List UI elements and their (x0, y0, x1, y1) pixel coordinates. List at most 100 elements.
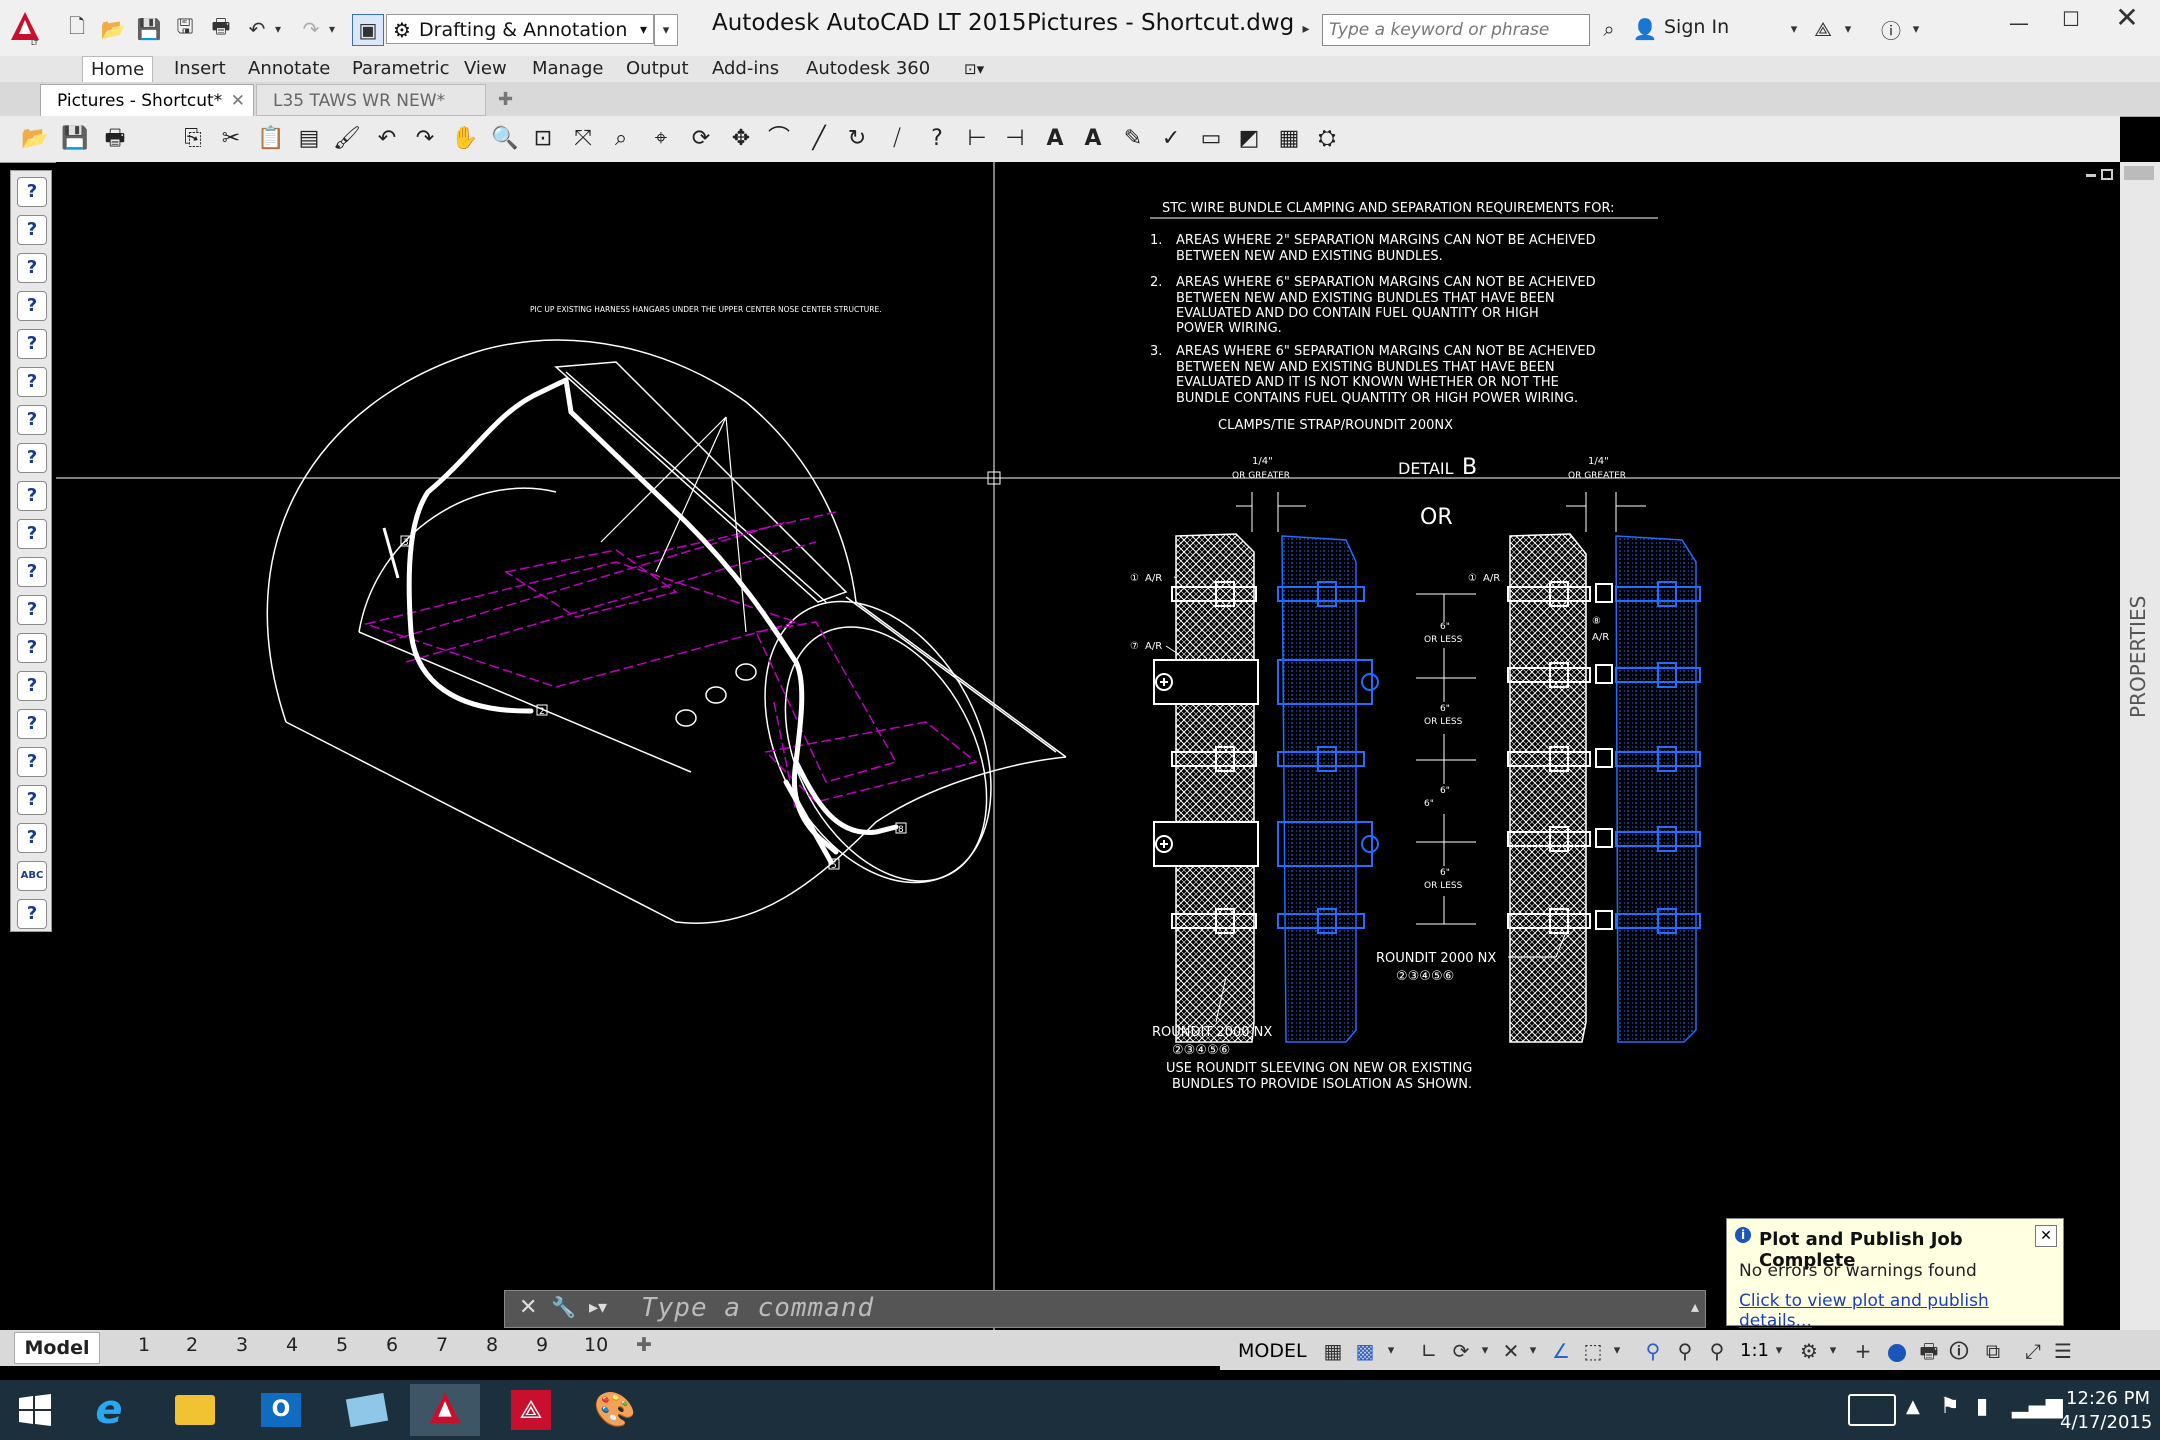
ortho-icon[interactable]: ∟ (1416, 1338, 1442, 1364)
acrobat-icon[interactable]: ⟁ (496, 1384, 566, 1436)
layout-tab[interactable]: 6 (386, 1334, 398, 1356)
layout-tab[interactable]: 7 (436, 1334, 448, 1356)
annotation-scale-icon[interactable]: ⚲ (1704, 1338, 1730, 1364)
sign-in-button[interactable]: Sign In (1664, 16, 1729, 38)
tab-model[interactable]: Model (14, 1332, 100, 1364)
file-explorer-icon[interactable] (160, 1384, 230, 1436)
workspace-switch-icon[interactable]: ⚙ (1796, 1338, 1822, 1364)
close-command-icon[interactable]: ✕ (519, 1295, 537, 1320)
command-history-icon[interactable]: ▴ (1691, 1297, 1699, 1316)
battery-icon[interactable]: ▮ (1976, 1394, 1988, 1419)
copy-icon[interactable]: ⎘ (178, 124, 208, 154)
scale-dropdown-icon[interactable]: ▾ (1766, 1338, 1792, 1364)
tab-output[interactable]: Output (618, 56, 697, 82)
model-space-button[interactable]: MODEL (1238, 1340, 1307, 1362)
workspace-select[interactable]: ⚙ Drafting & Annotation ▾ (386, 14, 654, 44)
object-snap-icon[interactable]: ⬚ (1580, 1338, 1606, 1364)
new-layout-icon[interactable]: ✚ (636, 1334, 652, 1356)
block-icon[interactable]: ▤ (294, 124, 324, 154)
properties-palette-tab[interactable]: PROPERTIES (2126, 568, 2156, 718)
clock-time[interactable]: 12:26 PM (2060, 1388, 2150, 1409)
zoom-previous-icon[interactable]: ⌕ (606, 124, 636, 154)
sheet-icon[interactable]: ◩ (1234, 124, 1264, 154)
help-icon[interactable]: ? (17, 633, 47, 663)
new-icon[interactable]: 🗋 (62, 14, 92, 44)
help-icon[interactable]: ? (17, 443, 47, 473)
help-icon[interactable]: ? (17, 671, 47, 701)
notification-link[interactable]: Click to view plot and publish details..… (1739, 1291, 2063, 1331)
layout-tab[interactable]: 1 (138, 1334, 150, 1356)
layout-tab[interactable]: 9 (536, 1334, 548, 1356)
spell-check-icon[interactable]: ABC (17, 861, 47, 891)
help-icon[interactable]: ? (17, 177, 47, 207)
tab-autodesk-360[interactable]: Autodesk 360 (798, 56, 938, 82)
undo-icon[interactable]: ↶ (372, 124, 402, 154)
scrollbar-thumb[interactable] (2124, 166, 2154, 180)
command-input[interactable]: Type a command (641, 1293, 874, 1323)
rotate-icon[interactable]: ↻ (842, 124, 872, 154)
search-input[interactable]: Type a keyword or phrase (1322, 14, 1590, 46)
annotation-scale-value[interactable]: 1:1 (1740, 1340, 1769, 1361)
new-tab-icon[interactable]: ✚ (492, 84, 522, 116)
match-properties-icon[interactable]: 🖌 (332, 124, 362, 154)
open-icon[interactable]: 📂 (20, 124, 50, 154)
autocad-taskbar-icon[interactable] (410, 1384, 480, 1436)
help-icon[interactable]: ? (17, 557, 47, 587)
tab-add-ins[interactable]: Add-ins (704, 56, 787, 82)
help-icon[interactable]: ? (17, 291, 47, 321)
snap-dropdown-icon[interactable]: ▾ (1378, 1338, 1404, 1364)
zoom-object-icon[interactable]: ⌖ (646, 124, 676, 154)
line-icon[interactable]: ╱ (804, 124, 834, 154)
search-expand-icon[interactable]: ▸ (1296, 14, 1316, 44)
ribbon-minimize-icon[interactable]: ⊡▾ (956, 56, 992, 82)
dim-aligned-icon[interactable]: ⊣ (1000, 124, 1030, 154)
exchange-dropdown-icon[interactable]: ▾ (1838, 14, 1858, 44)
viewport-icon[interactable]: ▭ (1196, 124, 1226, 154)
text-style-icon[interactable]: A (1040, 124, 1070, 154)
signin-dropdown-icon[interactable]: ▾ (1784, 14, 1804, 44)
save-icon[interactable]: 💾 (134, 14, 164, 44)
sticky-notes-icon[interactable] (332, 1384, 402, 1436)
help-icon[interactable]: ? (17, 595, 47, 625)
keyboard-icon[interactable] (1848, 1394, 1896, 1426)
help-icon[interactable]: ? (17, 747, 47, 777)
viewport-minimize-icon[interactable] (2086, 174, 2096, 177)
paste-icon[interactable]: 📋 (256, 124, 286, 154)
layout-tab[interactable]: 4 (286, 1334, 298, 1356)
help-icon[interactable]: ? (17, 367, 47, 397)
tab-insert[interactable]: Insert (166, 56, 234, 82)
publish-icon[interactable]: ⛭ (1312, 124, 1342, 154)
layout-tab[interactable]: 8 (486, 1334, 498, 1356)
communication-center-icon[interactable]: 🛈 (1946, 1338, 1972, 1364)
help-icon[interactable]: ? (17, 329, 47, 359)
autocad-app-button[interactable]: LT (6, 8, 44, 48)
pan-icon[interactable]: ✋ (450, 124, 480, 154)
lineweight-icon[interactable]: ∠ (1548, 1338, 1574, 1364)
binoculars-icon[interactable]: ⌕ (1594, 14, 1624, 44)
tab-annotate[interactable]: Annotate (240, 56, 338, 82)
help-icon[interactable]: ? (17, 481, 47, 511)
help-icon[interactable]: ? (17, 823, 47, 853)
text-icon[interactable]: A (1078, 124, 1108, 154)
undo-dropdown-icon[interactable]: ▾ (270, 14, 286, 44)
annotation-scale-auto-icon[interactable]: ⚲ (1672, 1338, 1698, 1364)
help-icon[interactable]: ? (17, 519, 47, 549)
layout-tab[interactable]: 2 (186, 1334, 198, 1356)
show-hidden-icons-icon[interactable]: ▲ (1906, 1396, 1920, 1417)
paint-icon[interactable]: 🎨 (580, 1384, 650, 1436)
wrench-icon[interactable]: 🔧 (551, 1295, 576, 1319)
osnap-dropdown-icon[interactable]: ▾ (1604, 1338, 1630, 1364)
plot-icon[interactable]: 🖶 (100, 124, 130, 154)
layout-tab[interactable]: 3 (236, 1334, 248, 1356)
tab-manage[interactable]: Manage (524, 56, 612, 82)
help-dropdown-icon[interactable]: ▾ (1906, 14, 1926, 44)
orbit-icon[interactable]: ⟳ (686, 124, 716, 154)
help-icon[interactable]: ⓘ (1876, 14, 1906, 44)
maximize-icon[interactable]: ☐ (2056, 4, 2086, 34)
polar-icon[interactable]: ⟳ (1448, 1338, 1474, 1364)
command-line[interactable]: ✕ 🔧 ▸▾ Type a command ▴ (504, 1290, 1706, 1328)
minimize-icon[interactable]: — (2004, 8, 2034, 38)
isolate-objects-icon[interactable] (1884, 1338, 1910, 1364)
help-icon[interactable]: ? (17, 253, 47, 283)
command-prompt-icon[interactable]: ▸▾ (589, 1297, 607, 1318)
